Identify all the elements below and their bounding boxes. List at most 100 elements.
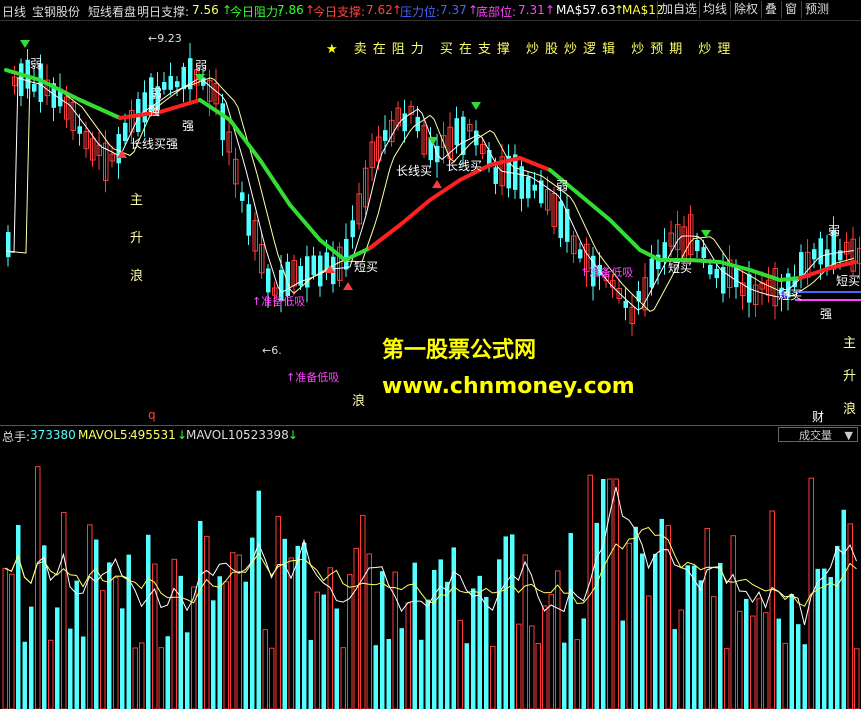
candle-body: [708, 264, 713, 275]
next-support-value: 7.56: [192, 3, 219, 17]
volume-bar: [730, 535, 736, 709]
volume-bar: [854, 648, 860, 709]
long-trend-line: [343, 246, 372, 262]
candle-body: [6, 232, 11, 258]
long-trend-line: [228, 118, 262, 162]
moving-average-button[interactable]: 均线: [699, 1, 730, 18]
cai-label: 财: [812, 410, 824, 424]
window-button[interactable]: 窗: [781, 1, 800, 18]
candle-body: [649, 258, 654, 288]
candle-body: [493, 167, 498, 184]
candle-body: [32, 83, 37, 92]
volume-bar: [841, 509, 846, 709]
volume-bar: [782, 642, 788, 709]
volume-bar: [256, 490, 261, 709]
candlestick-chart[interactable]: ←9.23←6.弱弱弱弱弱强强强强长线买长线买 长线买短买 短买短买短买↑准备低吸↑…: [0, 20, 861, 425]
volume-chart[interactable]: [0, 443, 861, 709]
forecast-button[interactable]: 预测: [801, 1, 832, 18]
volume-bar: [724, 648, 730, 709]
volume-bar: [438, 559, 443, 709]
down-arrow-icon: [471, 102, 481, 110]
indicator-name[interactable]: 短线看盘: [88, 3, 136, 20]
long-trend-line: [198, 98, 232, 122]
volume-bar: [308, 639, 313, 709]
volume-bar: [347, 574, 353, 709]
volume-bar: [562, 642, 567, 709]
ex-rights-button[interactable]: 除权: [730, 1, 761, 18]
candle-body: [142, 92, 147, 123]
volume-bar: [269, 647, 275, 709]
long-trend-line: [368, 223, 402, 250]
volume-bar: [392, 571, 398, 709]
long-buy-label: 长线买: [446, 159, 482, 173]
volume-bar: [165, 636, 170, 709]
candle-body: [266, 268, 271, 293]
volume-bar: [386, 638, 391, 709]
volume-bar: [789, 593, 794, 709]
bottom-value: 7.31: [518, 3, 545, 17]
pressure-label: 压力位:: [400, 5, 441, 19]
volume-bar: [718, 562, 723, 709]
volume-bar: [353, 547, 359, 709]
volume-bar: [698, 580, 703, 709]
chevron-down-icon: ▼: [844, 429, 853, 442]
volume-bar: [2, 567, 8, 709]
volume-bar: [373, 645, 378, 709]
volume-bar: [55, 607, 60, 709]
candle-body: [578, 249, 583, 259]
volume-bar: [158, 647, 164, 709]
long-trend-line: [78, 98, 122, 120]
volume-bar: [711, 596, 717, 709]
volume-bar: [87, 524, 93, 709]
volume-bar: [302, 542, 307, 709]
candle-body: [701, 247, 706, 259]
long-trend-line: [608, 218, 642, 252]
volume-bar: [464, 643, 469, 709]
candle-body: [532, 184, 537, 191]
candle-body: [350, 220, 355, 238]
mavol5-value: 495531: [130, 428, 176, 442]
volume-bar: [744, 598, 749, 709]
short-buy-label: 短买: [668, 261, 692, 275]
candle-body: [818, 238, 823, 265]
strong-label: 强: [148, 104, 160, 118]
period-label[interactable]: 日线: [2, 3, 26, 20]
volume-bar: [405, 602, 411, 709]
candle-body: [662, 242, 667, 259]
candle-body: [168, 75, 173, 90]
candle-body: [318, 255, 323, 287]
indicator-select[interactable]: 成交量 ▼: [778, 427, 858, 442]
overlay-button[interactable]: 叠: [761, 1, 780, 18]
volume-bar: [243, 581, 248, 709]
volume-bar: [29, 606, 34, 709]
volume-bar: [334, 608, 339, 709]
weak-label: 弱: [828, 224, 840, 238]
volume-bar: [529, 625, 535, 709]
volume-bar: [822, 568, 827, 709]
volume-bar: [211, 600, 216, 709]
mavol10-value: 523398: [243, 428, 289, 442]
today-resist-value: 7.86: [277, 3, 304, 17]
volume-bar: [620, 620, 625, 709]
long-trend-line: [428, 178, 462, 202]
volume-bar: [230, 552, 236, 709]
add-favorite-button[interactable]: 加自选: [657, 1, 700, 18]
candle-body: [454, 118, 459, 146]
volume-bar: [198, 520, 203, 709]
volume-bar: [399, 628, 404, 709]
main-up-wave-label: 主: [843, 336, 856, 351]
volume-bar: [601, 479, 606, 709]
long-trend-line: [688, 258, 722, 264]
high-price-label: ←9.23: [148, 32, 182, 45]
up-arrow-icon: ↑: [545, 3, 556, 17]
candle-body: [220, 103, 225, 141]
volume-bar: [835, 545, 840, 709]
volume-bar: [802, 644, 807, 709]
total-volume-value: 373380: [30, 428, 76, 442]
strong-label: 强: [820, 307, 832, 321]
main-up-wave-label: 升: [843, 369, 856, 384]
volume-bar: [756, 598, 762, 709]
long-trend-line: [288, 203, 322, 242]
volume-bar: [432, 569, 437, 709]
watermark-title: 第一股票公式网: [382, 338, 537, 363]
